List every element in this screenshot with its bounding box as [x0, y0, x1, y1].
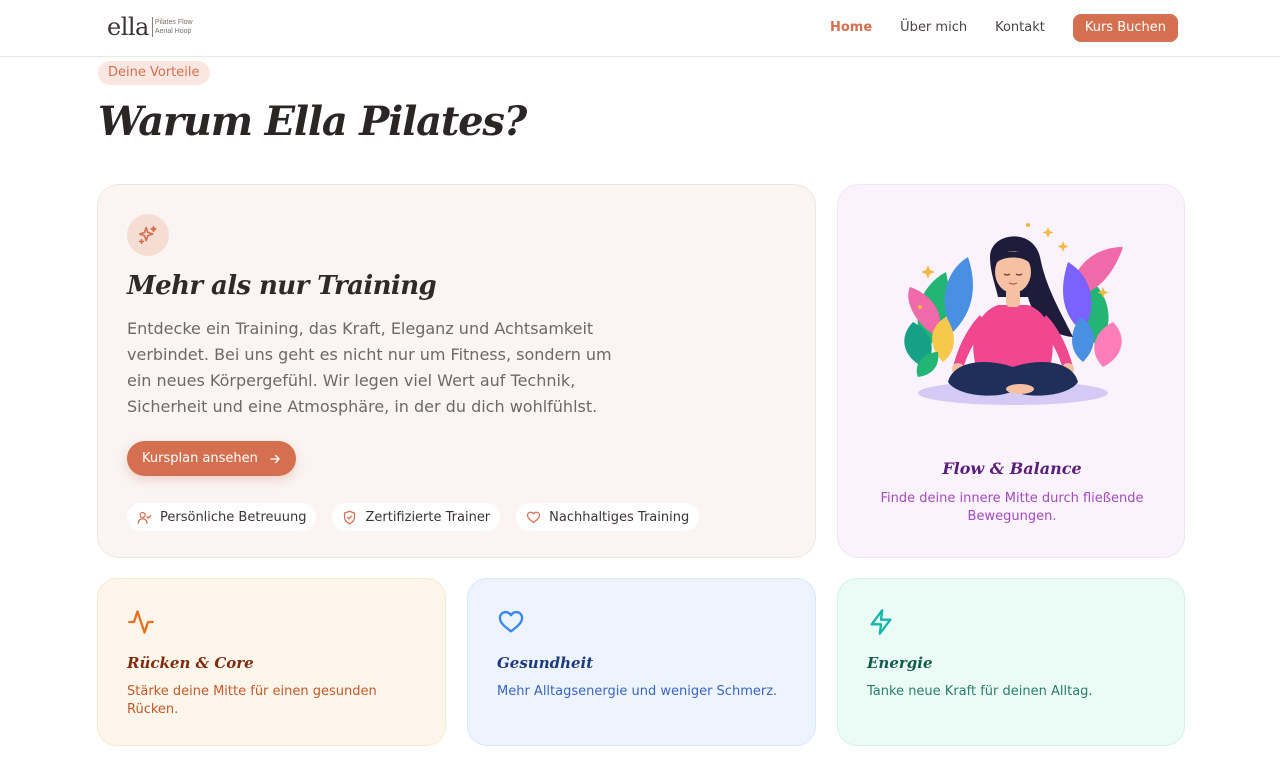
meditation-illustration [904, 223, 1123, 405]
logo-tagline-line1: Pilates Flow [154, 19, 193, 26]
logo-divider [151, 17, 153, 37]
feature-list: Persönliche Betreuung Zertifizierte Trai… [127, 503, 715, 531]
benefit-description: Tanke neue Kraft für deinen Alltag. [867, 684, 1093, 699]
user-check-icon [137, 510, 152, 525]
feature-sustainable-training: Nachhaltiges Training [516, 503, 700, 531]
activity-icon [127, 608, 155, 640]
zap-icon [867, 608, 895, 640]
logo[interactable]: ella Pilates Flow Aerial Hoop [107, 12, 193, 42]
training-card-title: Mehr als nur Training [127, 271, 437, 301]
benefit-description: Stärke deine Mitte für einen gesunden Rü… [127, 684, 377, 717]
nav-link-about[interactable]: Über mich [900, 14, 967, 42]
heart-icon [526, 510, 541, 525]
flow-balance-card: Flow & Balance Finde deine innere Mitte … [837, 184, 1185, 558]
benefit-card-health: Gesundheit Mehr Alltagsenergie und wenig… [467, 578, 816, 746]
section-tag: Deine Vorteile [98, 61, 210, 85]
flow-balance-title: Flow & Balance [942, 459, 1082, 478]
feature-certified-trainers: Zertifizierte Trainer [332, 503, 501, 531]
arrow-right-icon [268, 452, 282, 466]
feature-label: Persönliche Betreuung [160, 509, 307, 525]
benefit-title: Energie [867, 654, 933, 672]
benefit-description: Mehr Alltagsenergie und weniger Schmerz. [497, 684, 778, 699]
nav-link-home[interactable]: Home [830, 14, 872, 42]
benefit-title: Rücken & Core [127, 654, 254, 672]
logo-tagline: Pilates Flow Aerial Hoop [155, 18, 193, 36]
view-schedule-label: Kursplan ansehen [142, 451, 258, 466]
sparkles-icon-badge [127, 214, 169, 256]
training-card-description: Entdecke ein Training, das Kraft, Elegan… [127, 319, 612, 416]
sparkles-icon [138, 225, 157, 245]
logo-wordmark: ella [107, 13, 149, 41]
heart-icon [497, 608, 525, 640]
shield-check-icon [342, 510, 357, 525]
feature-personal-care: Persönliche Betreuung [127, 503, 317, 531]
section-title: Warum Ella Pilates? [98, 98, 527, 145]
logo-tagline-line2: Aerial Hoop [154, 28, 192, 35]
book-course-button[interactable]: Kurs Buchen [1072, 14, 1178, 42]
site-header: ella Pilates Flow Aerial Hoop Home Über … [0, 0, 1280, 57]
benefit-card-back-core: Rücken & Core Stärke deine Mitte für ein… [97, 578, 446, 746]
benefit-title: Gesundheit [497, 654, 594, 672]
main-nav: Home Über mich Kontakt Kurs Buchen [830, 14, 1178, 42]
feature-label: Nachhaltiges Training [549, 509, 690, 525]
view-schedule-button[interactable]: Kursplan ansehen [127, 441, 296, 476]
training-card: Mehr als nur Training Entdecke ein Train… [97, 184, 816, 558]
nav-link-contact[interactable]: Kontakt [995, 14, 1045, 42]
benefit-card-energy: Energie Tanke neue Kraft für deinen Allt… [837, 578, 1185, 746]
flow-balance-description: Finde deine innere Mitte durch fließende… [880, 491, 1144, 524]
feature-label: Zertifizierte Trainer [365, 509, 491, 525]
